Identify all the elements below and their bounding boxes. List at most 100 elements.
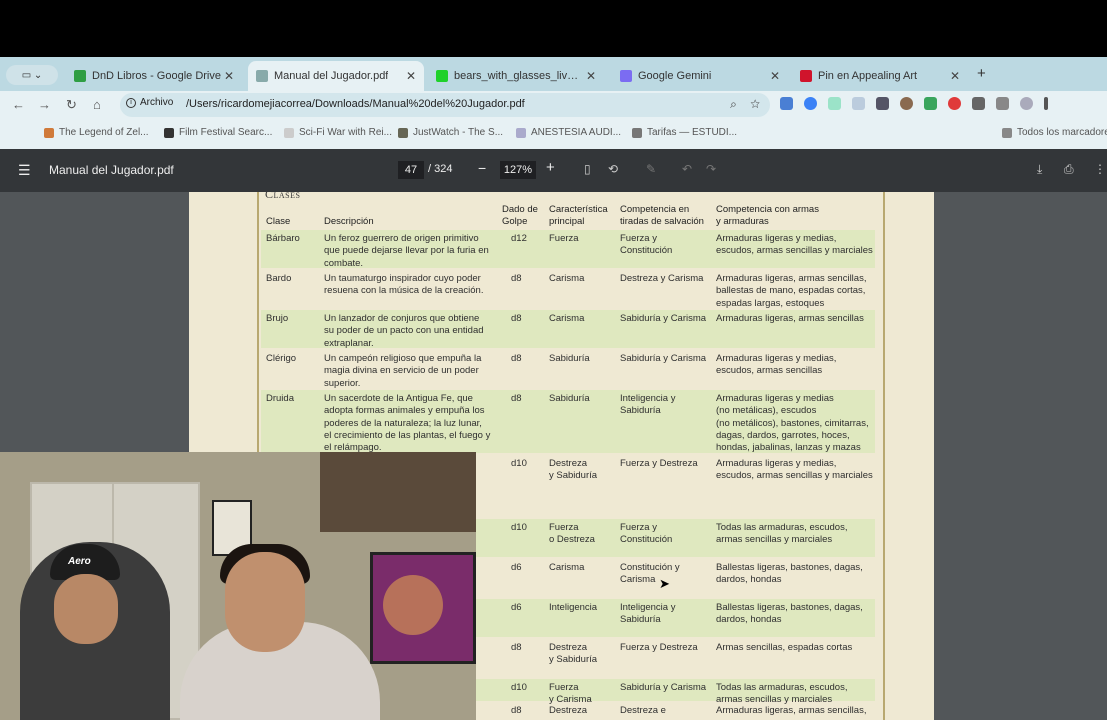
- tab-1[interactable]: DnD Libros - Google Drive ✕: [66, 61, 242, 91]
- site-info-chip[interactable]: i Archivo: [126, 97, 173, 108]
- close-tab-icon[interactable]: ✕: [406, 69, 416, 83]
- cookie-extension-icon[interactable]: [900, 97, 913, 110]
- background-tv: [370, 552, 476, 664]
- close-tab-icon[interactable]: ✕: [224, 69, 234, 83]
- fit-page-icon[interactable]: ▯: [584, 162, 591, 176]
- print-icon[interactable]: ⎙: [1064, 162, 1074, 177]
- sidebar-icon[interactable]: ▭ ⌄: [6, 65, 58, 85]
- shield-extension-icon[interactable]: [924, 97, 937, 110]
- home-icon[interactable]: ⌂: [93, 97, 101, 112]
- forward-icon[interactable]: →: [38, 97, 51, 112]
- table-row: Druida Un sacerdote de la Antigua Fe, que…: [261, 390, 875, 453]
- download-icon[interactable]: ⤓: [1037, 162, 1042, 177]
- tab-3[interactable]: bears_with_glasses_live Stre ✕: [428, 61, 604, 91]
- bookmark-favicon-icon: [44, 127, 54, 138]
- tab-5[interactable]: Pin en Appealing Art ✕: [792, 61, 968, 91]
- bookmark-item[interactable]: Tarifas — ESTUDI...: [632, 127, 737, 138]
- cell-line: Fuerza: [549, 522, 579, 533]
- cell-line: Todas las armaduras, escudos,: [716, 682, 848, 693]
- cell-dado: d8: [511, 313, 522, 324]
- zoom-out-button[interactable]: −: [478, 160, 486, 176]
- cell-line: Un campeón religioso que empuña la: [324, 353, 482, 364]
- cell-line: Armaduras ligeras y medias: [716, 393, 834, 404]
- reading-list-icon[interactable]: [996, 97, 1009, 110]
- bookmark-favicon-icon: [164, 127, 174, 138]
- table-row: Bárbaro Un feroz guerrero de origen primi…: [261, 230, 875, 269]
- cell-line: resuena con la música de la creación.: [324, 285, 484, 297]
- cell-caracteristica: Fuerza: [549, 233, 579, 245]
- all-bookmarks-folder[interactable]: Todos los marcadores: [1002, 127, 1107, 138]
- zoom-input[interactable]: 127%: [500, 161, 536, 179]
- cell-dado: d10: [511, 458, 527, 469]
- cell-line: Armaduras ligeras y medias,: [716, 353, 837, 364]
- extension-icon[interactable]: [828, 97, 841, 110]
- cell-line: Sabiduría y Carisma: [620, 353, 707, 364]
- cell-line: Destreza: [549, 705, 588, 716]
- reload-icon[interactable]: ↻: [66, 97, 77, 113]
- page-number-input[interactable]: 47: [398, 161, 424, 179]
- cell-line: Inteligencia y: [620, 393, 676, 404]
- cell-line: Fuerza y: [620, 233, 657, 244]
- more-menu-icon[interactable]: [1044, 97, 1048, 110]
- cell-line: Un feroz guerrero de origen primitivo: [324, 233, 479, 244]
- puzzle-icon[interactable]: [972, 97, 985, 110]
- cast-icon[interactable]: [876, 97, 889, 110]
- undo-icon[interactable]: ↶: [682, 162, 692, 176]
- tab-2[interactable]: Manual del Jugador.pdf ✕: [248, 61, 424, 91]
- cell-line: que puede dejarse llevar por la furia en: [324, 245, 489, 257]
- cell-dado: d8: [511, 393, 522, 404]
- cell-clase: Druida: [266, 393, 294, 404]
- cell-line: escudos, armas sencillas y marciales: [716, 470, 873, 482]
- bookmark-item[interactable]: Sci-Fi War with Rei...: [284, 127, 392, 138]
- cell-line: Un taumaturgo inspirador cuyo poder: [324, 273, 481, 284]
- cell-line: Armaduras ligeras, armas sencillas,: [716, 705, 867, 716]
- zoom-icon[interactable]: ⌕: [730, 97, 737, 111]
- zoom-in-button[interactable]: +: [546, 159, 555, 176]
- bookmark-item[interactable]: Film Festival Searc...: [164, 127, 272, 138]
- bookmark-item[interactable]: ANESTESIA AUDI...: [516, 127, 621, 138]
- hamburger-menu-icon[interactable]: ☰: [18, 162, 31, 179]
- bookmark-item[interactable]: JustWatch - The S...: [398, 127, 503, 138]
- cell-line: y Sabiduría: [549, 470, 598, 482]
- cell-clase: Bárbaro: [266, 233, 300, 244]
- cell-caracteristica: Carisma: [549, 273, 584, 285]
- redo-icon[interactable]: ↷: [706, 162, 716, 176]
- cell-armas: Todas las armaduras, escudos, armas senci…: [716, 522, 847, 547]
- cell-line: el crecimiento de las plantas, el fuego …: [324, 429, 491, 441]
- cell-line: Destreza: [549, 642, 588, 653]
- cell-salvacion: Fuerza y Constitución: [620, 522, 672, 547]
- extension-icon[interactable]: [804, 97, 817, 110]
- address-bar[interactable]: i Archivo /Users/ricardomejiacorrea/Downl…: [120, 93, 770, 117]
- translate-extension-icon[interactable]: [780, 97, 793, 110]
- close-tab-icon[interactable]: ✕: [950, 69, 960, 83]
- bookmark-star-icon[interactable]: ☆: [750, 97, 760, 111]
- cell-salvacion: Fuerza y Constitución: [620, 233, 672, 258]
- cell-line: Sabiduría y Carisma: [620, 313, 707, 324]
- profile-avatar[interactable]: [1020, 97, 1033, 110]
- bookmark-label: ANESTESIA AUDI...: [531, 127, 622, 138]
- url-text[interactable]: /Users/ricardomejiacorrea/Downloads/Manu…: [186, 98, 525, 110]
- kick-icon: [436, 70, 448, 82]
- back-icon[interactable]: ←: [12, 97, 25, 112]
- cell-clase: Bardo: [266, 273, 292, 284]
- cell-salvacion: Inteligencia y Sabiduría: [620, 602, 675, 627]
- annotate-icon[interactable]: ✎: [646, 162, 656, 176]
- cell-line: combate.: [324, 257, 364, 269]
- adblock-icon[interactable]: [948, 97, 961, 110]
- header-descripcion: Descripción: [324, 216, 374, 227]
- rotate-icon[interactable]: ⟲: [608, 162, 618, 176]
- tab-4[interactable]: Google Gemini ✕: [612, 61, 788, 91]
- cell-line: Carisma: [620, 574, 656, 586]
- cell-caracteristica: Carisma: [549, 313, 584, 325]
- cell-line: Constitución y: [620, 562, 680, 573]
- cell-line: Sabiduría: [620, 405, 661, 417]
- webcam-overlay: Aero: [0, 452, 476, 720]
- more-options-icon[interactable]: ⋮: [1094, 162, 1106, 176]
- close-tab-icon[interactable]: ✕: [770, 69, 780, 83]
- bookmark-item[interactable]: The Legend of Zel...: [44, 127, 149, 138]
- new-tab-button[interactable]: +: [977, 65, 986, 82]
- extension-icon[interactable]: [852, 97, 865, 110]
- cell-caracteristica: Carisma: [549, 562, 584, 574]
- cell-line: armas sencillas y marciales: [716, 534, 833, 546]
- close-tab-icon[interactable]: ✕: [586, 69, 596, 83]
